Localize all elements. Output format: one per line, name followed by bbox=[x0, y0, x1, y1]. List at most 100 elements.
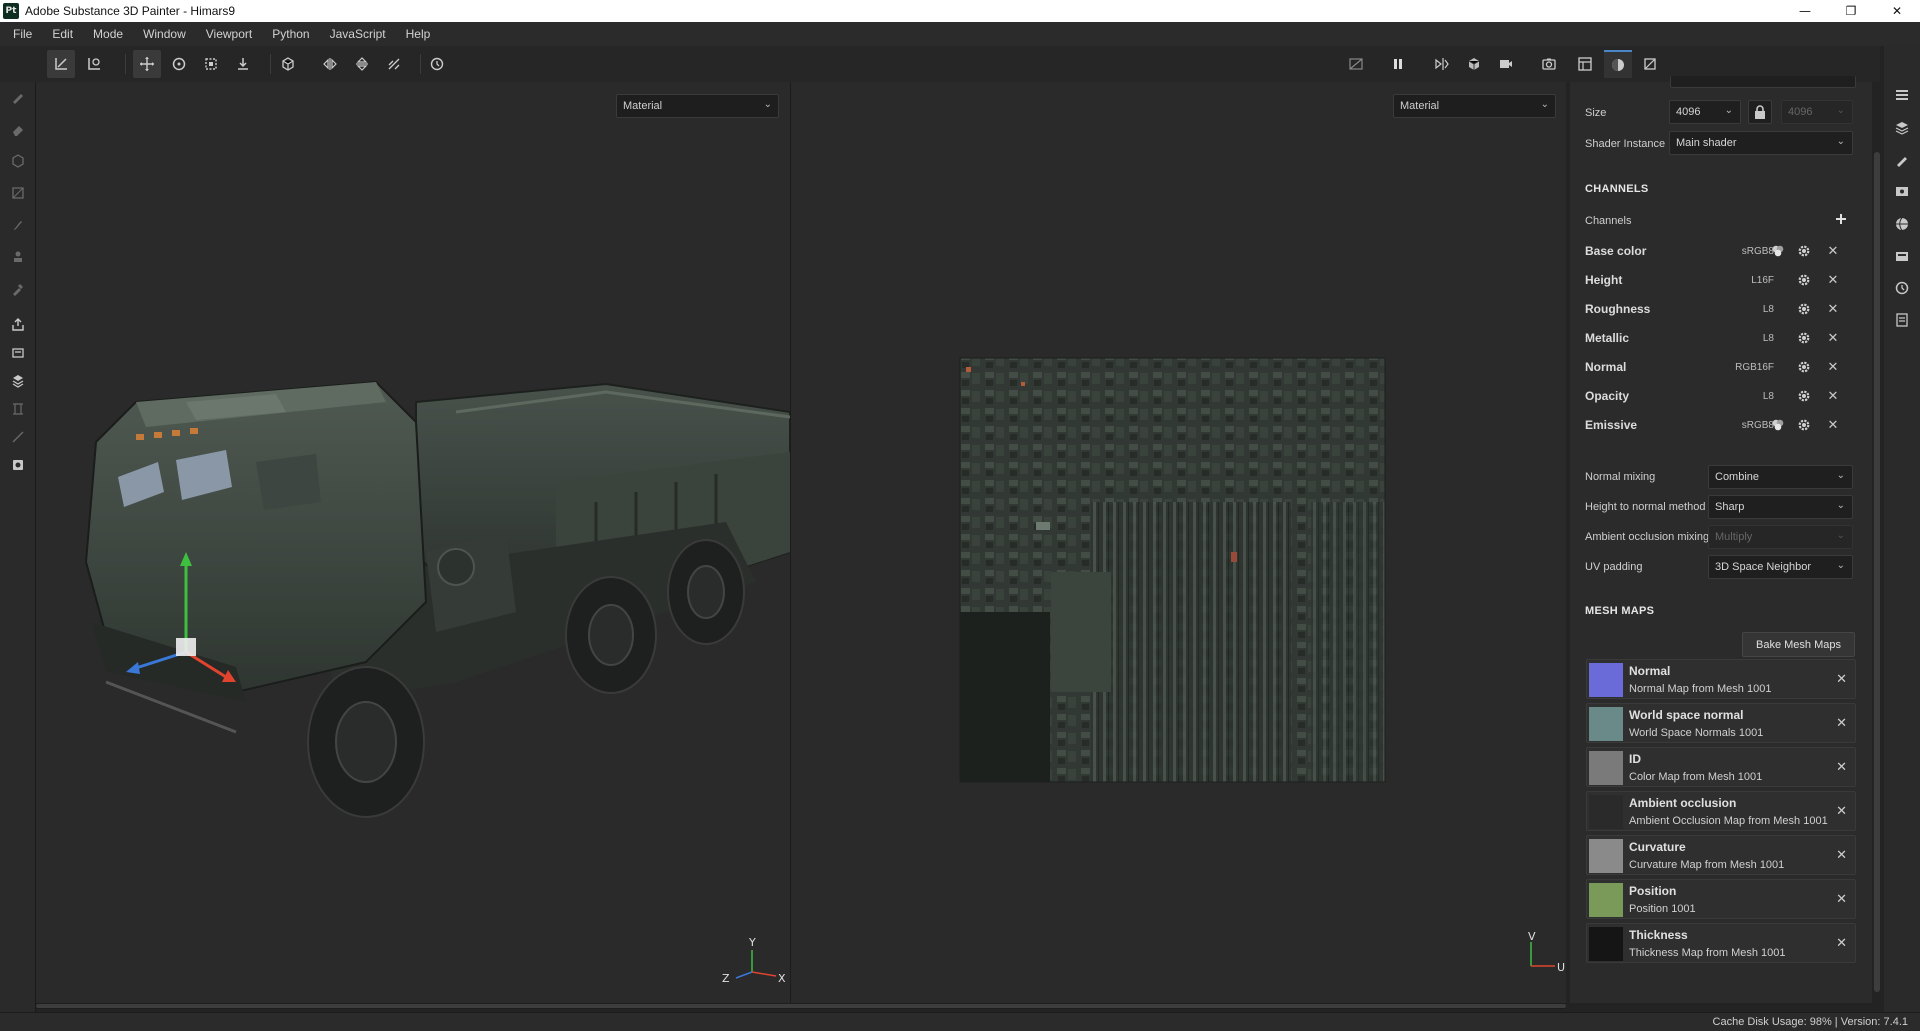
channel-settings-icon[interactable] bbox=[1795, 416, 1813, 434]
mesh-map-row[interactable]: ID Color Map from Mesh 1001 ✕ bbox=[1586, 747, 1856, 787]
size-select[interactable]: 4096 ⌄ bbox=[1669, 100, 1741, 124]
panel-scrollbar[interactable] bbox=[1872, 82, 1882, 1003]
remove-channel-icon[interactable]: ✕ bbox=[1824, 358, 1842, 376]
menu-edit[interactable]: Edit bbox=[45, 27, 80, 41]
mesh-map-row[interactable]: Curvature Curvature Map from Mesh 1001 ✕ bbox=[1586, 835, 1856, 875]
menu-python[interactable]: Python bbox=[265, 27, 316, 41]
channel-row[interactable]: Height L16F ✕ bbox=[1584, 266, 1856, 294]
scale-icon[interactable] bbox=[197, 50, 225, 78]
maximize-button[interactable]: ❐ bbox=[1828, 0, 1874, 22]
geometry-icon[interactable] bbox=[8, 399, 28, 419]
projection-icon[interactable] bbox=[8, 151, 28, 171]
channel-row[interactable]: Normal RGB16F ✕ bbox=[1584, 353, 1856, 381]
environment-icon[interactable] bbox=[1892, 214, 1912, 234]
mesh-map-row[interactable]: Thickness Thickness Map from Mesh 1001 ✕ bbox=[1586, 923, 1856, 963]
move-icon[interactable] bbox=[133, 50, 161, 78]
layers-icon[interactable] bbox=[1892, 118, 1912, 138]
uv-transform-icon[interactable] bbox=[80, 50, 108, 78]
mesh-map-source[interactable]: Curvature Map from Mesh 1001 bbox=[1629, 859, 1784, 871]
mesh-map-row[interactable]: World space normal World Space Normals 10… bbox=[1586, 703, 1856, 743]
mesh-map-source[interactable]: Color Map from Mesh 1001 bbox=[1629, 771, 1762, 783]
close-button[interactable]: ✕ bbox=[1874, 0, 1920, 22]
symmetry-x-icon[interactable] bbox=[316, 50, 344, 78]
channel-row[interactable]: Opacity L8 ✕ bbox=[1584, 382, 1856, 410]
export-icon[interactable] bbox=[8, 315, 28, 335]
channel-settings-icon[interactable] bbox=[1795, 358, 1813, 376]
channel-row[interactable]: Metallic L8 ✕ bbox=[1584, 324, 1856, 352]
shader-instance-select[interactable]: Main shader ⌄ bbox=[1669, 131, 1853, 155]
symmetry-diagonal-icon[interactable] bbox=[380, 50, 408, 78]
minimize-button[interactable]: — bbox=[1782, 0, 1828, 22]
screenshot-camera-icon[interactable] bbox=[1535, 50, 1563, 78]
remove-channel-icon[interactable]: ✕ bbox=[1824, 300, 1842, 318]
mesh-map-row[interactable]: Ambient occlusion Ambient Occlusion Map f… bbox=[1586, 791, 1856, 831]
uv-crop-icon[interactable] bbox=[1636, 50, 1664, 78]
color-picker-icon[interactable] bbox=[8, 279, 28, 299]
shelf-icon[interactable] bbox=[8, 371, 28, 391]
remove-channel-icon[interactable]: ✕ bbox=[1824, 242, 1842, 260]
color-profile-icon[interactable] bbox=[1769, 242, 1787, 260]
mesh-map-thumbnail[interactable] bbox=[1589, 927, 1623, 961]
log-icon[interactable] bbox=[8, 455, 28, 475]
viewport-split-icon[interactable] bbox=[1428, 50, 1456, 78]
height-to-normal-select[interactable]: Sharp ⌄ bbox=[1708, 495, 1853, 519]
remove-channel-icon[interactable]: ✕ bbox=[1824, 271, 1842, 289]
log-icon[interactable] bbox=[1892, 310, 1912, 330]
menu-javascript[interactable]: JavaScript bbox=[323, 27, 393, 41]
remove-channel-icon[interactable]: ✕ bbox=[1824, 387, 1842, 405]
eraser-icon[interactable] bbox=[8, 119, 28, 139]
camera-video-icon[interactable] bbox=[1492, 50, 1520, 78]
clone-stamp-icon[interactable] bbox=[8, 247, 28, 267]
mesh-map-row[interactable]: Position Position 1001 ✕ bbox=[1586, 879, 1856, 919]
paint-brush-icon[interactable] bbox=[8, 87, 28, 107]
channel-row[interactable]: Emissive sRGB8 ✕ bbox=[1584, 411, 1856, 439]
normal-mixing-select[interactable]: Combine ⌄ bbox=[1708, 465, 1853, 489]
remove-mesh-map-icon[interactable]: ✕ bbox=[1836, 935, 1847, 951]
drop-to-ground-icon[interactable] bbox=[229, 50, 257, 78]
polygon-fill-icon[interactable] bbox=[8, 183, 28, 203]
symmetry-y-icon[interactable] bbox=[348, 50, 376, 78]
remove-mesh-map-icon[interactable]: ✕ bbox=[1836, 803, 1847, 819]
remove-mesh-map-icon[interactable]: ✕ bbox=[1836, 759, 1847, 775]
mesh-map-source[interactable]: Normal Map from Mesh 1001 bbox=[1629, 683, 1771, 695]
mesh-map-row[interactable]: Normal Normal Map from Mesh 1001 ✕ bbox=[1586, 659, 1856, 699]
mesh-map-source[interactable]: World Space Normals 1001 bbox=[1629, 727, 1763, 739]
properties-brush-icon[interactable] bbox=[1892, 150, 1912, 170]
mesh-map-thumbnail[interactable] bbox=[1589, 663, 1623, 697]
path-icon[interactable] bbox=[8, 427, 28, 447]
texture-set-list-icon[interactable] bbox=[1892, 86, 1912, 106]
uv-padding-select[interactable]: 3D Space Neighbor ⌄ bbox=[1708, 555, 1853, 579]
menu-file[interactable]: File bbox=[6, 27, 39, 41]
pause-icon[interactable] bbox=[1384, 50, 1412, 78]
mesh-map-thumbnail[interactable] bbox=[1589, 707, 1623, 741]
remove-mesh-map-icon[interactable]: ✕ bbox=[1836, 671, 1847, 687]
viewport-2d[interactable]: Material ⌄ V U bbox=[791, 82, 1566, 1003]
remove-channel-icon[interactable]: ✕ bbox=[1824, 416, 1842, 434]
mesh-map-thumbnail[interactable] bbox=[1589, 795, 1623, 829]
hide-uv-icon[interactable] bbox=[1342, 50, 1370, 78]
channel-settings-icon[interactable] bbox=[1795, 271, 1813, 289]
mesh-map-source[interactable]: Thickness Map from Mesh 1001 bbox=[1629, 947, 1786, 959]
mesh-map-source[interactable]: Position 1001 bbox=[1629, 903, 1696, 915]
history-icon[interactable] bbox=[1892, 278, 1912, 298]
rotate-icon[interactable] bbox=[165, 50, 193, 78]
channel-settings-icon[interactable] bbox=[1795, 387, 1813, 405]
history-icon[interactable] bbox=[423, 50, 451, 78]
viewport-horizontal-scrollbar[interactable] bbox=[36, 1003, 1566, 1009]
3d-view-icon[interactable] bbox=[1460, 50, 1488, 78]
bake-mesh-maps-button[interactable]: Bake Mesh Maps bbox=[1742, 632, 1855, 657]
mesh-map-source[interactable]: Ambient Occlusion Map from Mesh 1001 bbox=[1629, 815, 1828, 827]
size-lock-button[interactable] bbox=[1748, 100, 1772, 124]
menu-viewport[interactable]: Viewport bbox=[199, 27, 259, 41]
channel-settings-icon[interactable] bbox=[1795, 300, 1813, 318]
texture-set-settings-icon[interactable] bbox=[1571, 50, 1599, 78]
bake-icon[interactable] bbox=[8, 343, 28, 363]
color-profile-icon[interactable] bbox=[1769, 416, 1787, 434]
channel-settings-icon[interactable] bbox=[1795, 329, 1813, 347]
mesh-map-thumbnail[interactable] bbox=[1589, 751, 1623, 785]
menu-mode[interactable]: Mode bbox=[86, 27, 130, 41]
cube-view-icon[interactable] bbox=[274, 50, 302, 78]
viewport-3d[interactable]: Material ⌄ Y X Z bbox=[36, 82, 790, 1003]
add-channel-button[interactable] bbox=[1832, 210, 1850, 228]
remove-channel-icon[interactable]: ✕ bbox=[1824, 329, 1842, 347]
